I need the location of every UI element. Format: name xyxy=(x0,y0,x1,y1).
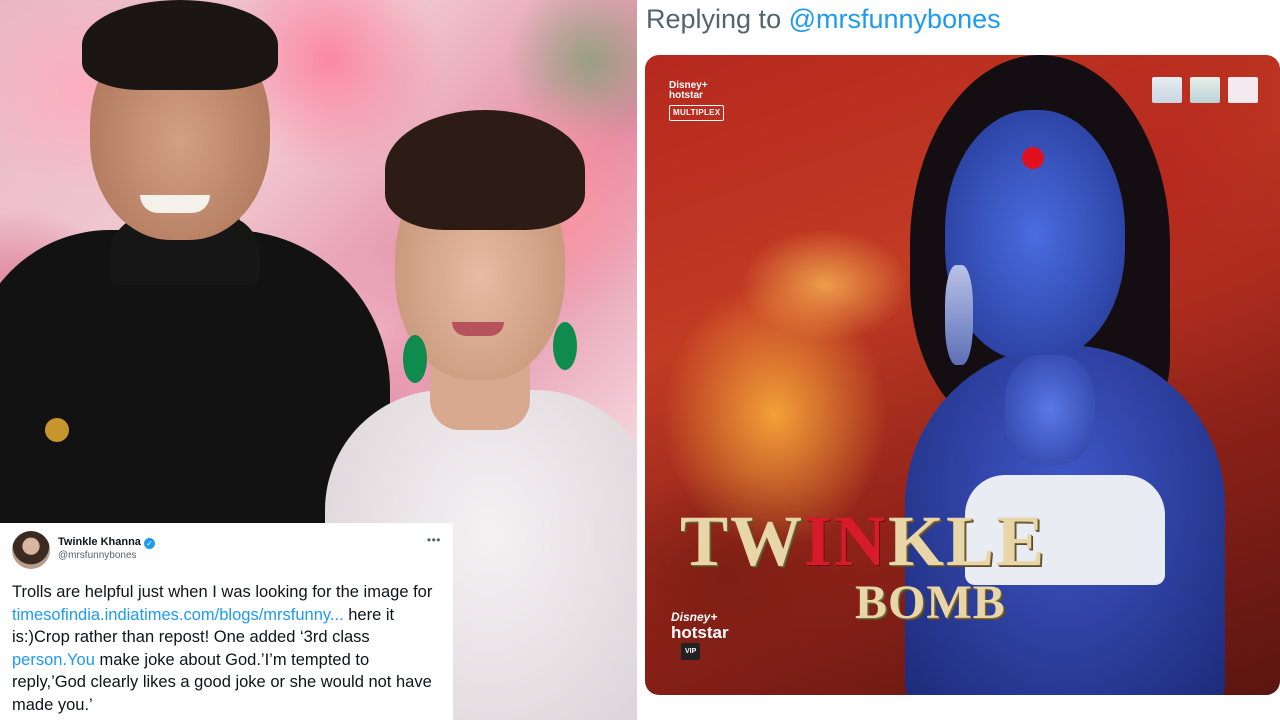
hotstar-logo-top: Disney+ hotstar MULTIPLEX xyxy=(669,81,725,121)
emerald-earring-left xyxy=(403,335,427,383)
replying-to-header: Replying to @mrsfunnybones xyxy=(646,4,1001,35)
poster-title: TWINKLE xyxy=(680,500,1046,583)
poster-image[interactable]: Disney+ hotstar MULTIPLEX TWINKLE BOMB D… xyxy=(645,55,1280,695)
bindi-dot xyxy=(1022,147,1044,169)
emerald-earring-right xyxy=(553,322,577,370)
tweet-text: Trolls are helpful just when I was looki… xyxy=(12,581,444,716)
title-part: KLE xyxy=(888,501,1047,581)
user-handle[interactable]: @mrsfunnybones xyxy=(58,549,155,563)
partner-logo-icon xyxy=(1190,77,1220,103)
title-part-highlight: IN xyxy=(804,501,889,581)
jacket-button xyxy=(45,418,69,442)
tweet-card[interactable]: Twinkle Khanna ✓ @mrsfunnybones ••• Troll… xyxy=(0,523,453,720)
hotstar-wordmark: hotstar xyxy=(671,623,729,642)
verified-badge-icon: ✓ xyxy=(143,538,155,549)
vip-badge: VIP xyxy=(681,643,701,660)
partner-logos xyxy=(1152,77,1258,103)
woman-lips xyxy=(452,322,504,336)
man-hair xyxy=(82,0,278,90)
tweet-link[interactable]: timesofindia.indiatimes.com/blogs/mrsfun… xyxy=(12,606,344,624)
multiplex-badge: MULTIPLEX xyxy=(669,105,725,121)
display-name[interactable]: Twinkle Khanna xyxy=(58,536,141,548)
mention-link[interactable]: @mrsfunnybones xyxy=(789,4,1001,34)
figure-hand xyxy=(1005,355,1095,465)
partner-logo-icon xyxy=(1152,77,1182,103)
tweet-header: Twinkle Khanna ✓ @mrsfunnybones ••• xyxy=(12,531,443,577)
ellipsis-icon[interactable]: ••• xyxy=(427,533,441,547)
hotstar-logo-bottom: Disney+ hotstar VIP xyxy=(671,610,729,660)
hotstar-wordmark: hotstar xyxy=(669,90,703,101)
man-smile xyxy=(140,195,210,213)
partner-logo-icon xyxy=(1228,77,1258,103)
tweet-author: Twinkle Khanna ✓ @mrsfunnybones xyxy=(58,534,155,563)
figure-earring xyxy=(945,265,973,365)
poster-subtitle: BOMB xyxy=(855,576,1006,629)
title-part: TW xyxy=(680,501,805,581)
replying-prefix: Replying to xyxy=(646,4,782,34)
woman-hair xyxy=(385,110,585,230)
tweet-person-link[interactable]: person.You xyxy=(12,651,95,669)
tweet-text-part: Trolls are helpful just when I was looki… xyxy=(12,583,433,601)
avatar[interactable] xyxy=(12,531,50,569)
